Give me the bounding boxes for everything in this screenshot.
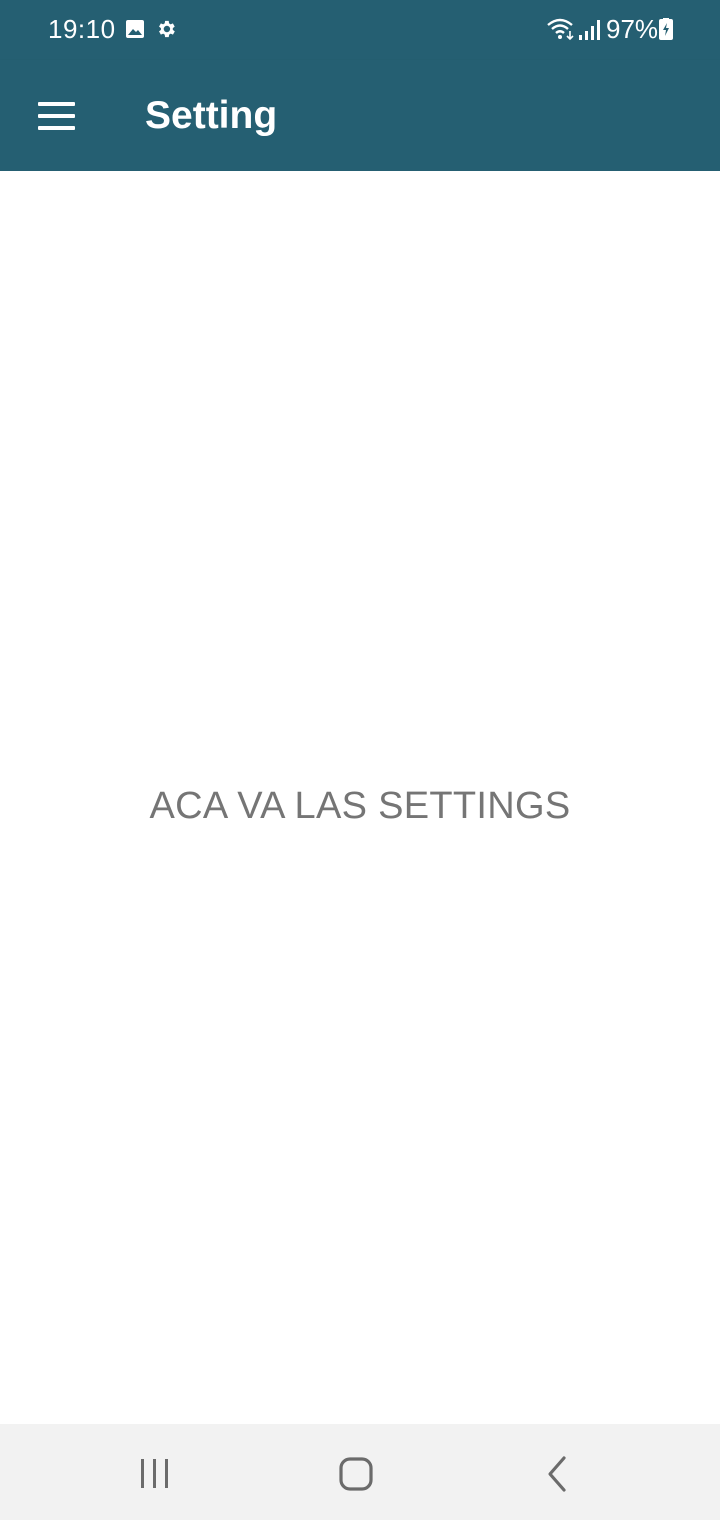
battery-charging-icon — [659, 18, 673, 40]
navigation-bar — [0, 1424, 720, 1520]
battery-percentage: 97% — [606, 14, 659, 44]
wifi-icon — [547, 18, 574, 41]
gear-icon — [159, 20, 175, 38]
settings-placeholder-text: ACA VA LAS SETTINGS — [149, 785, 571, 827]
status-bar: 19:10 97% — [0, 0, 720, 60]
menu-bar-middle — [38, 114, 75, 118]
home-icon[interactable] — [326, 1444, 386, 1504]
menu-bar-bottom — [38, 126, 75, 130]
screen: 19:10 97% Setting ACA VA LAS SETTINGS — [0, 0, 720, 1520]
image-icon — [126, 20, 144, 38]
signal-icon — [579, 20, 600, 40]
main-content: ACA VA LAS SETTINGS — [0, 171, 720, 1424]
menu-bar-top — [38, 102, 75, 106]
app-bar: Setting — [0, 60, 720, 171]
hamburger-menu-icon[interactable] — [22, 82, 90, 150]
page-title: Setting — [145, 94, 278, 137]
back-icon[interactable] — [528, 1444, 588, 1504]
recent-apps-icon[interactable] — [125, 1444, 185, 1504]
status-time: 19:10 — [48, 14, 116, 44]
